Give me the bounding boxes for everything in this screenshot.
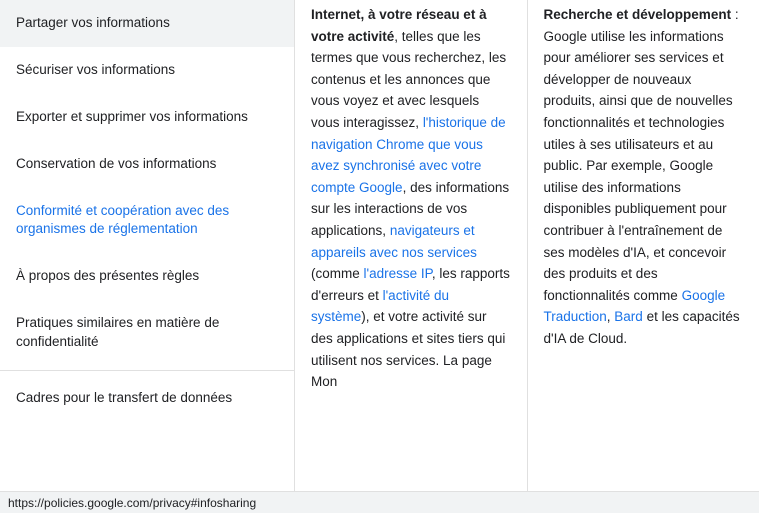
sidebar-divider <box>0 370 294 371</box>
sidebar-item-securiser[interactable]: Sécuriser vos informations <box>0 47 294 94</box>
link-activite-systeme[interactable]: l'activité du système <box>311 288 449 325</box>
sidebar-item-cadres[interactable]: Cadres pour le transfert de données <box>0 375 294 422</box>
right-content-paragraph: Recherche et développement : Google util… <box>544 4 744 350</box>
left-content-paragraph: Internet, à votre réseau et à votre acti… <box>311 4 511 393</box>
sidebar-item-conservation[interactable]: Conservation de vos informations <box>0 141 294 188</box>
sidebar-item-apropos[interactable]: À propos des présentes règles <box>0 253 294 300</box>
status-url: https://policies.google.com/privacy#info… <box>8 496 256 510</box>
link-navigateurs[interactable]: navigateurs et appareils avec nos servic… <box>311 223 477 260</box>
sidebar-item-partager[interactable]: Partager vos informations <box>0 0 294 47</box>
main-container: Partager vos informations Sécuriser vos … <box>0 0 759 491</box>
right-content-title: Recherche et développement <box>544 7 732 22</box>
right-content-column: Recherche et développement : Google util… <box>528 0 759 491</box>
sidebar-item-exporter[interactable]: Exporter et supprimer vos informations <box>0 94 294 141</box>
sidebar-item-conformite[interactable]: Conformité et coopération avec des organ… <box>0 188 294 254</box>
link-bard[interactable]: Bard <box>614 309 643 324</box>
link-adresse-ip[interactable]: l'adresse IP <box>364 266 432 281</box>
link-historique-chrome[interactable]: l'historique de navigation Chrome que vo… <box>311 115 506 195</box>
content-area: Internet, à votre réseau et à votre acti… <box>295 0 759 491</box>
left-content-bold-internet: Internet, à votre réseau et à votre acti… <box>311 7 487 44</box>
status-bar: https://policies.google.com/privacy#info… <box>0 491 759 513</box>
sidebar-item-pratiques[interactable]: Pratiques similaires en matière de confi… <box>0 300 294 366</box>
sidebar: Partager vos informations Sécuriser vos … <box>0 0 295 491</box>
left-content-column: Internet, à votre réseau et à votre acti… <box>295 0 528 491</box>
